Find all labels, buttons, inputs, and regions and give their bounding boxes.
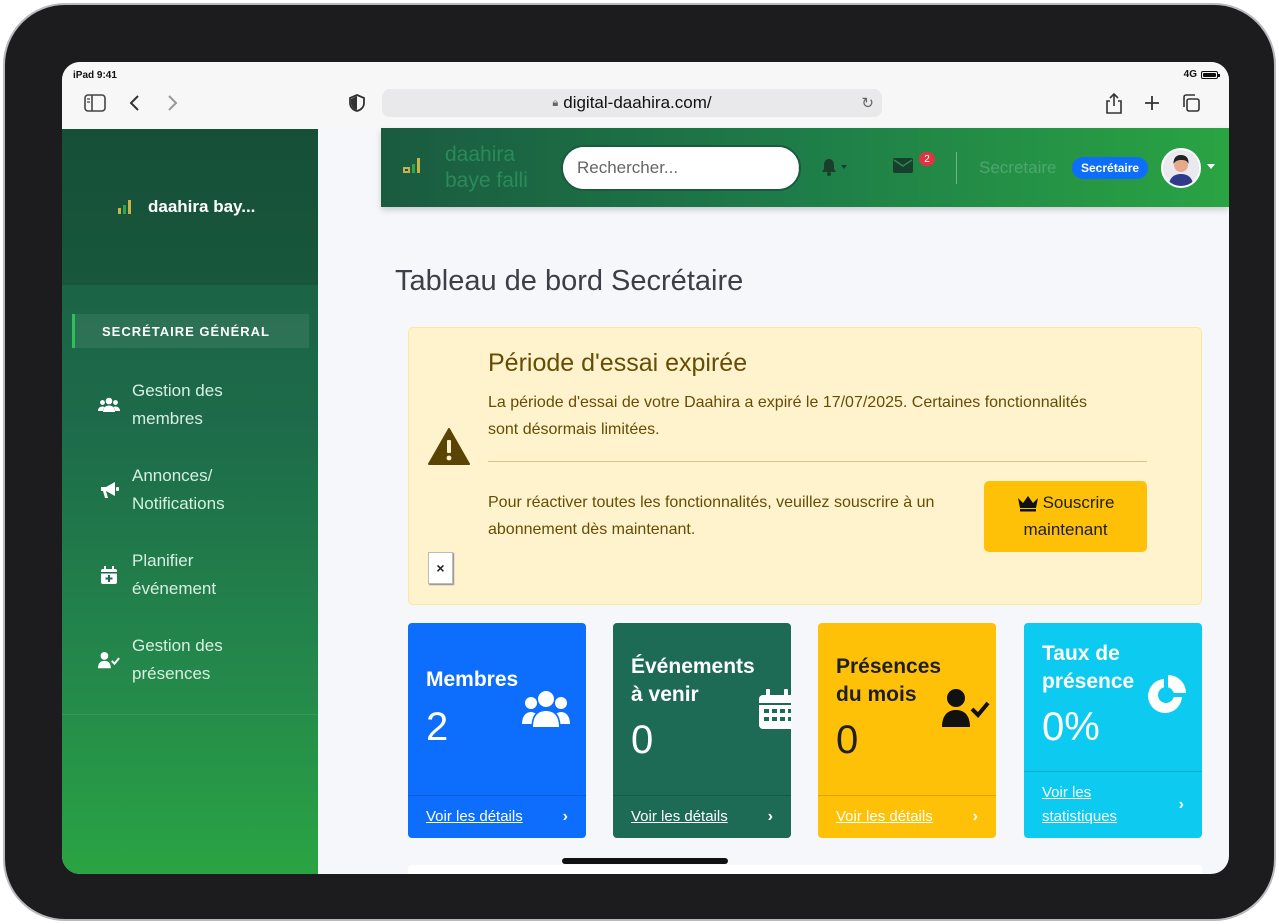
sidebar-item-announcements[interactable]: Annonces/ Notifications bbox=[62, 447, 318, 532]
messages-badge: 2 bbox=[919, 152, 935, 166]
avatar[interactable] bbox=[1161, 148, 1201, 188]
network-label: 4G bbox=[1183, 69, 1197, 80]
ipad-frame: iPad 9:41 4G 🔒︎ digital-daahira.com/ ↻ d… bbox=[3, 3, 1276, 921]
users-icon bbox=[522, 689, 570, 734]
user-name[interactable]: Secretaire bbox=[979, 158, 1056, 178]
messages-dropdown[interactable]: 2 bbox=[893, 152, 935, 178]
brand-logo-icon[interactable] bbox=[403, 158, 421, 174]
status-network: 4G bbox=[1183, 69, 1220, 80]
alert-cta-text: Pour réactiver toutes les fonctionnalité… bbox=[488, 494, 935, 538]
card-details-link[interactable]: Voir les détails bbox=[426, 805, 523, 829]
chevron-right-icon: › bbox=[1178, 796, 1184, 813]
sidebar-toggle-icon[interactable] bbox=[84, 92, 106, 114]
privacy-shield-icon[interactable] bbox=[349, 92, 365, 114]
card-footer[interactable]: Voir les statistiques › bbox=[1024, 771, 1202, 838]
envelope-icon bbox=[893, 158, 913, 173]
sidebar: daahira bay... SECRÉTAIRE GÉNÉRAL Gestio… bbox=[62, 129, 318, 874]
chevron-right-icon: › bbox=[767, 808, 773, 825]
back-icon[interactable] bbox=[128, 92, 142, 114]
card-footer[interactable]: Voir les détails › bbox=[613, 795, 791, 838]
subscribe-button[interactable]: Souscrire maintenant bbox=[984, 481, 1147, 552]
screen: iPad 9:41 4G 🔒︎ digital-daahira.com/ ↻ d… bbox=[62, 62, 1229, 874]
calendar-icon bbox=[759, 689, 791, 734]
share-icon[interactable] bbox=[1105, 92, 1123, 114]
card-title: Membres bbox=[426, 668, 519, 691]
user-check-icon bbox=[942, 687, 990, 732]
sidebar-item-members[interactable]: Gestion des membres bbox=[62, 362, 318, 447]
sidebar-section-heading: SECRÉTAIRE GÉNÉRAL bbox=[72, 314, 309, 348]
search-input[interactable] bbox=[563, 147, 798, 189]
subscribe-label-1: Souscrire bbox=[1042, 493, 1115, 512]
card-footer[interactable]: Voir les détails › bbox=[818, 795, 996, 838]
sidebar-brand[interactable]: daahira bay... bbox=[62, 129, 318, 285]
tabs-overview-icon[interactable] bbox=[1181, 92, 1201, 114]
sidebar-item-label: Planifier événement bbox=[132, 550, 217, 598]
sidebar-item-attendance[interactable]: Gestion des présences bbox=[62, 617, 318, 702]
alert-divider bbox=[488, 461, 1147, 462]
status-time: iPad 9:41 bbox=[73, 70, 117, 81]
new-tab-icon[interactable] bbox=[1143, 92, 1161, 114]
calendar-plus-icon bbox=[98, 565, 120, 584]
chevron-right-icon: › bbox=[562, 808, 568, 825]
sidebar-nav: Gestion des membres Annonces/ Notificati… bbox=[62, 362, 318, 702]
presences-card: Présences du mois 0 Voir les détails › bbox=[818, 623, 996, 838]
chevron-down-icon[interactable] bbox=[1207, 164, 1215, 169]
trial-expired-alert: Période d'essai expirée La période d'ess… bbox=[408, 327, 1202, 605]
navbar-brand[interactable]: daahira baye falli bbox=[445, 142, 528, 194]
card-value: 0% bbox=[1042, 705, 1100, 749]
navbar-brand-line1: daahira bbox=[445, 143, 516, 166]
warning-icon bbox=[428, 428, 470, 471]
crown-icon bbox=[1017, 495, 1038, 511]
top-navbar: daahira baye falli 2 Secretaire Secrétai… bbox=[381, 128, 1229, 207]
card-value: 0 bbox=[836, 718, 859, 762]
events-card: Événements à venir 0 Voir les détails › bbox=[613, 623, 791, 838]
role-badge: Secrétaire bbox=[1072, 157, 1149, 179]
card-title: Événements à venir bbox=[631, 655, 755, 706]
forward-icon[interactable] bbox=[165, 92, 179, 114]
close-alert-button[interactable]: × bbox=[428, 552, 453, 584]
user-check-icon bbox=[98, 651, 120, 669]
battery-icon bbox=[1201, 70, 1220, 79]
search-button[interactable] bbox=[798, 147, 801, 189]
url-text: digital-daahira.com/ bbox=[563, 93, 712, 112]
search-icon bbox=[799, 160, 801, 176]
card-title: Taux de présence bbox=[1042, 642, 1135, 693]
sidebar-item-label: Annonces/ Notifications bbox=[132, 465, 225, 513]
notifications-dropdown[interactable] bbox=[821, 158, 847, 176]
alert-title: Période d'essai expirée bbox=[488, 349, 748, 377]
pie-chart-icon bbox=[1146, 675, 1186, 720]
navbar-brand-line2: baye falli bbox=[445, 169, 528, 192]
lock-icon: 🔒︎ bbox=[552, 96, 559, 109]
brand-logo-icon bbox=[118, 200, 134, 214]
browser-toolbar: 🔒︎ digital-daahira.com/ ↻ bbox=[62, 86, 1229, 129]
sidebar-divider bbox=[62, 714, 318, 715]
search-form bbox=[561, 145, 801, 191]
card-value: 2 bbox=[426, 705, 449, 749]
card-footer[interactable]: Voir les détails › bbox=[408, 795, 586, 838]
alert-message: La période d'essai de votre Daahira a ex… bbox=[488, 394, 1087, 438]
card-details-link[interactable]: Voir les statistiques bbox=[1042, 781, 1142, 829]
home-indicator[interactable] bbox=[562, 858, 728, 864]
sidebar-brand-name: daahira bay... bbox=[148, 197, 256, 216]
megaphone-icon bbox=[98, 481, 120, 499]
sidebar-item-label: Gestion des membres bbox=[132, 380, 223, 428]
sidebar-item-label: Gestion des présences bbox=[132, 635, 223, 683]
card-details-link[interactable]: Voir les détails bbox=[836, 805, 933, 829]
reload-icon[interactable]: ↻ bbox=[861, 94, 874, 112]
chevron-down-icon bbox=[841, 165, 847, 169]
url-bar[interactable]: 🔒︎ digital-daahira.com/ ↻ bbox=[382, 89, 882, 117]
navbar-divider bbox=[956, 152, 957, 184]
users-icon bbox=[98, 397, 120, 413]
subscribe-label-2: maintenant bbox=[1023, 520, 1108, 539]
card-details-link[interactable]: Voir les détails bbox=[631, 805, 728, 829]
bell-icon bbox=[822, 159, 836, 176]
attendance-rate-card: Taux de présence 0% Voir les statistique… bbox=[1024, 623, 1202, 838]
page-title: Tableau de bord Secrétaire bbox=[395, 265, 744, 297]
status-bar: iPad 9:41 4G bbox=[62, 62, 1229, 86]
chevron-right-icon: › bbox=[972, 808, 978, 825]
members-card: Membres 2 Voir les détails › bbox=[408, 623, 586, 838]
sidebar-item-plan-event[interactable]: Planifier événement bbox=[62, 532, 318, 617]
card-value: 0 bbox=[631, 718, 654, 762]
next-panel-edge bbox=[408, 865, 1202, 874]
